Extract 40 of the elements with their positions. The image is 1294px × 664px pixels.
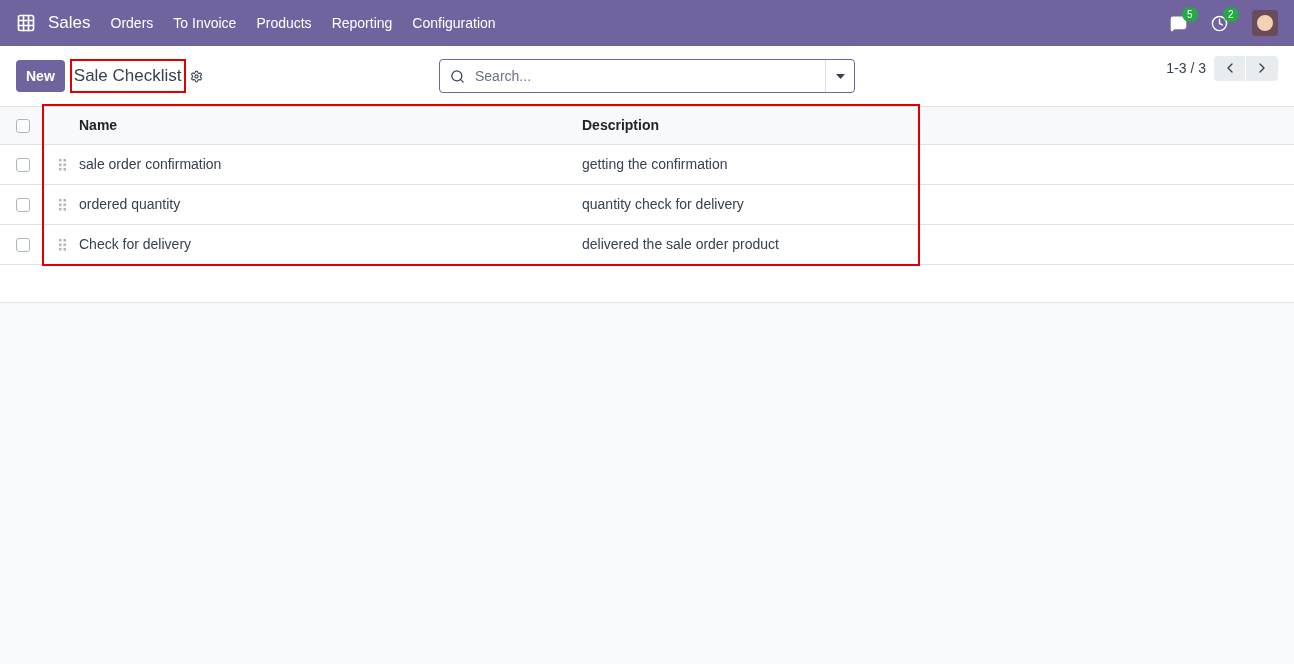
menu-item[interactable]: Orders	[110, 12, 154, 34]
checkbox[interactable]	[16, 118, 30, 133]
new-button[interactable]: New	[16, 60, 65, 92]
apps-menu-icon[interactable]	[16, 13, 36, 33]
avatar[interactable]	[1252, 10, 1278, 36]
menu-item[interactable]: Reporting	[331, 12, 393, 34]
table-cell-text: quantity check for delivery	[582, 195, 744, 214]
table-cell-text: ordered quantity	[79, 195, 182, 214]
menu-item[interactable]: To Invoice	[173, 12, 237, 34]
checkbox[interactable]	[16, 197, 30, 212]
table-cell-text: Check for delivery	[79, 235, 193, 254]
search-input[interactable]: Search...	[475, 65, 825, 87]
table-cell-text: delivered the sale order product	[582, 235, 779, 254]
badge: 5	[1182, 6, 1198, 22]
caret-icon	[835, 73, 845, 79]
menu-item[interactable]: Products	[256, 12, 312, 34]
table-row[interactable]: ordered quantity quantity check for delivery	[0, 185, 1294, 225]
drag-handle-icon[interactable]	[59, 198, 66, 211]
table-row[interactable]: Check for delivery delivered the sale order product	[0, 225, 1294, 265]
table-cell-text: getting the confirmation	[582, 155, 728, 174]
column-header[interactable]: Name	[79, 115, 582, 136]
table-cell-text: sale order confirmation	[79, 155, 223, 174]
table-row[interactable]: sale order confirmation getting the confirmation	[0, 145, 1294, 185]
pager-value[interactable]: 1-3 / 3	[1166, 57, 1206, 79]
checkbox[interactable]	[16, 237, 30, 252]
drag-handle-icon[interactable]	[59, 238, 66, 251]
checkbox[interactable]	[16, 157, 30, 172]
search-icon	[450, 68, 465, 84]
page-title: Sale Checklist	[69, 59, 186, 93]
drag-handle-icon[interactable]	[59, 158, 66, 171]
search-field[interactable]: Search...	[439, 59, 855, 93]
badge: 2	[1223, 6, 1239, 22]
next-button[interactable]	[1246, 55, 1278, 81]
previous-button[interactable]	[1214, 55, 1246, 81]
app-name[interactable]: Sales	[48, 10, 91, 36]
settings-icon[interactable]	[189, 69, 203, 83]
menu-item[interactable]: Configuration	[412, 12, 496, 34]
clock-icon[interactable]	[1211, 14, 1228, 32]
chat-icon[interactable]	[1170, 14, 1187, 32]
column-header[interactable]: Description	[582, 115, 659, 136]
